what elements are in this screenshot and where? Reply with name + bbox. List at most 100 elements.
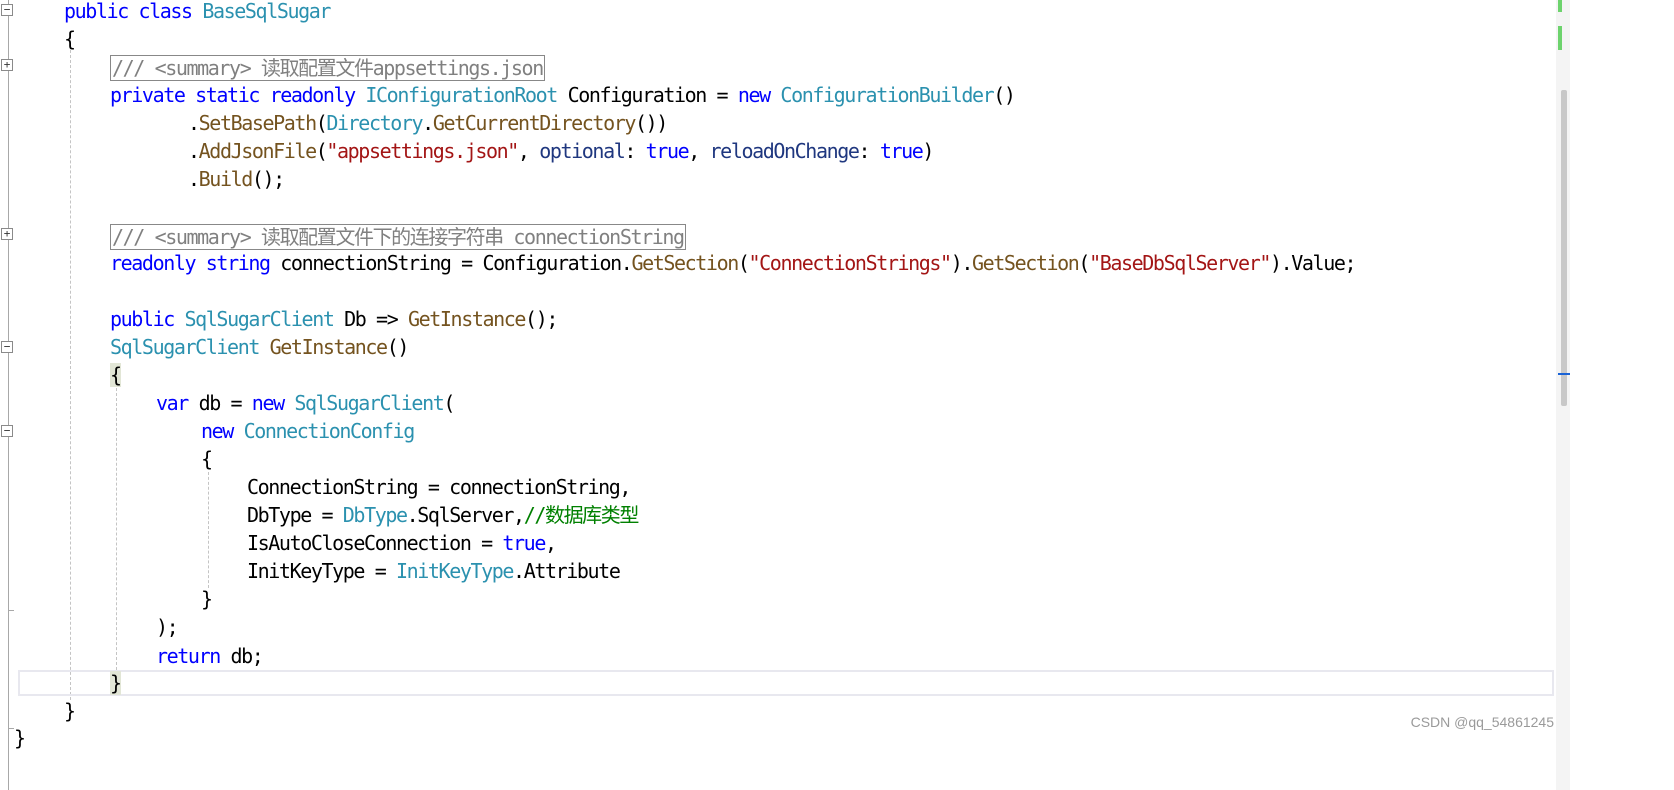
indent-guide bbox=[70, 50, 71, 700]
code-text: ( bbox=[1078, 251, 1090, 275]
keyword: string bbox=[205, 251, 271, 275]
code-line-close-brace[interactable]: } bbox=[110, 669, 122, 697]
code-line-collapsed-summary[interactable]: /// <summary> 读取配置文件appsettings.json bbox=[110, 54, 545, 82]
collapsed-comment[interactable]: /// <summary> 读取配置文件下的连接字符串 connectionSt… bbox=[110, 224, 686, 250]
code-line-class-declaration[interactable]: public class BaseSqlSugar bbox=[64, 0, 331, 25]
type-name: ConnectionConfig bbox=[243, 419, 416, 443]
code-text: . bbox=[188, 139, 200, 163]
code-line-close-brace[interactable]: } bbox=[64, 697, 76, 725]
code-line-return[interactable]: return db; bbox=[156, 642, 264, 670]
code-text: ( bbox=[737, 251, 750, 275]
method-name: SetBasePath bbox=[198, 111, 317, 135]
brace: } bbox=[201, 587, 213, 611]
method-name: GetInstance bbox=[269, 335, 388, 359]
code-line-collapsed-summary[interactable]: /// <summary> 读取配置文件下的连接字符串 connectionSt… bbox=[110, 223, 686, 251]
code-text: InitKeyType = bbox=[247, 559, 396, 583]
brace: { bbox=[201, 447, 213, 471]
code-text: DbType = bbox=[247, 503, 343, 527]
code-text: ()) bbox=[635, 111, 668, 135]
type-name: SqlSugarClient bbox=[184, 307, 335, 331]
code-line-open-brace[interactable]: { bbox=[110, 361, 122, 389]
code-line-open-brace[interactable]: { bbox=[64, 25, 76, 53]
matched-brace: } bbox=[110, 671, 122, 695]
code-text: ).Value; bbox=[1269, 251, 1357, 275]
type-name: DbType bbox=[342, 503, 408, 527]
code-line-db-property[interactable]: public SqlSugarClient Db => GetInstance(… bbox=[110, 305, 558, 333]
code-line-close-paren[interactable]: ); bbox=[156, 613, 179, 641]
code-text: (); bbox=[525, 307, 558, 331]
outlining-margin bbox=[8, 0, 9, 790]
string-literal: "ConnectionStrings" bbox=[748, 251, 953, 275]
watermark: CSDN @qq_54861245 bbox=[1410, 714, 1554, 730]
keyword: public class bbox=[64, 0, 203, 23]
expand-summary-icon[interactable]: + bbox=[1, 59, 13, 71]
type-name: SqlSugarClient bbox=[110, 335, 260, 359]
type-name: SqlSugarClient bbox=[294, 391, 444, 415]
indent-guide bbox=[208, 472, 209, 588]
code-line-add-json-file[interactable]: .AddJsonFile("appsettings.json", optiona… bbox=[188, 137, 934, 165]
type-name: BaseSqlSugar bbox=[202, 0, 331, 23]
code-line-close-brace[interactable]: } bbox=[14, 724, 26, 752]
collapsed-comment[interactable]: /// <summary> 读取配置文件appsettings.json bbox=[110, 55, 545, 81]
comment: //数据库类型 bbox=[523, 503, 640, 527]
expand-summary-icon[interactable]: + bbox=[1, 228, 13, 240]
code-text: ( bbox=[315, 139, 328, 163]
code-editor[interactable]: − + + − − public class BaseSqlSugar { //… bbox=[0, 0, 1674, 790]
keyword: private static readonly bbox=[110, 83, 366, 107]
code-text: Db => bbox=[333, 307, 408, 331]
code-text: . bbox=[188, 111, 200, 135]
collapse-method-icon[interactable]: − bbox=[1, 341, 13, 353]
code-text: db; bbox=[219, 644, 264, 668]
scrollbar-thumb[interactable] bbox=[1561, 90, 1567, 406]
caret-position-marker bbox=[1558, 373, 1570, 375]
code-line-connection-string-assign[interactable]: ConnectionString = connectionString, bbox=[247, 473, 631, 501]
code-text: ) bbox=[922, 139, 934, 163]
code-line-init-key-type-assign[interactable]: InitKeyType = InitKeyType.Attribute bbox=[247, 557, 621, 585]
code-text: () bbox=[993, 83, 1016, 107]
parameter-name: optional bbox=[539, 139, 626, 163]
code-text: : bbox=[858, 139, 880, 163]
current-line-highlight bbox=[18, 670, 1554, 696]
string-literal: "BaseDbSqlServer" bbox=[1089, 251, 1271, 275]
type-name: InitKeyType bbox=[395, 559, 514, 583]
type-name: Directory bbox=[326, 111, 423, 135]
code-line-new-connection-config[interactable]: new ConnectionConfig bbox=[201, 417, 416, 445]
code-text: : bbox=[624, 139, 646, 163]
code-text: , bbox=[544, 531, 557, 555]
code-text: ( bbox=[443, 391, 455, 415]
code-line-var-db[interactable]: var db = new SqlSugarClient( bbox=[156, 389, 455, 417]
collapse-class-icon[interactable]: − bbox=[1, 4, 13, 16]
code-text: ConnectionString = connectionString, bbox=[247, 475, 631, 499]
code-text: ); bbox=[156, 615, 179, 639]
code-line-configuration-field[interactable]: private static readonly IConfigurationRo… bbox=[110, 81, 1016, 109]
code-text: , bbox=[517, 139, 540, 163]
indent-guide bbox=[116, 388, 117, 670]
code-line-open-brace[interactable]: { bbox=[201, 445, 213, 473]
code-line-set-base-path[interactable]: .SetBasePath(Directory.GetCurrentDirecto… bbox=[188, 109, 668, 137]
brace: { bbox=[64, 27, 76, 51]
code-line-get-instance-method[interactable]: SqlSugarClient GetInstance() bbox=[110, 333, 409, 361]
code-line-db-type-assign[interactable]: DbType = DbType.SqlServer,//数据库类型 bbox=[247, 501, 640, 529]
code-text: db = bbox=[187, 391, 252, 415]
code-text: ( bbox=[315, 111, 328, 135]
code-line-connection-string[interactable]: readonly string connectionString = Confi… bbox=[110, 249, 1357, 277]
collapse-initializer-icon[interactable]: − bbox=[1, 425, 13, 437]
string-literal: "appsettings.json" bbox=[326, 139, 519, 163]
keyword: true bbox=[879, 139, 924, 163]
code-text: , bbox=[688, 139, 710, 163]
brace: } bbox=[14, 726, 26, 750]
keyword: true bbox=[645, 139, 690, 163]
keyword: new bbox=[251, 391, 295, 415]
matched-brace: { bbox=[110, 363, 122, 387]
code-line-build[interactable]: .Build(); bbox=[188, 165, 285, 193]
code-line-close-brace[interactable]: } bbox=[201, 585, 213, 613]
type-name: ConfigurationBuilder bbox=[780, 83, 994, 107]
code-text: .Attribute bbox=[513, 559, 621, 583]
keyword: new bbox=[201, 419, 244, 443]
method-name: Build bbox=[198, 167, 254, 191]
code-line-auto-close-assign[interactable]: IsAutoCloseConnection = true, bbox=[247, 529, 557, 557]
code-text: . bbox=[188, 167, 200, 191]
code-text: ). bbox=[950, 251, 974, 275]
code-text: .SqlServer, bbox=[406, 503, 525, 527]
